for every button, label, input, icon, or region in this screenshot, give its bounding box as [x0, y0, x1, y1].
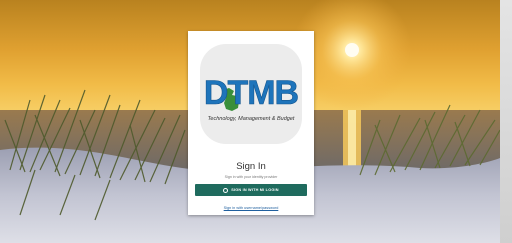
window-scrollbar-edge — [500, 0, 512, 243]
logo-tagline: Technology, Management & Budget — [207, 116, 295, 122]
person-icon — [223, 187, 229, 193]
page-title: Sign In — [236, 161, 266, 172]
page-subtitle: Sign in with your identity provider — [224, 175, 278, 179]
sign-in-button-label: SIGN IN WITH MI LOGIN — [231, 188, 279, 192]
dtmb-logo: DTMB Technology, Management & Budget — [200, 44, 302, 144]
logo-text: DTMB — [203, 74, 300, 112]
login-card: DTMB Technology, Management & Budget Sig… — [188, 31, 314, 215]
username-password-link[interactable]: Sign in with username/password — [188, 206, 314, 210]
sign-in-mi-login-button[interactable]: SIGN IN WITH MI LOGIN — [195, 184, 307, 196]
